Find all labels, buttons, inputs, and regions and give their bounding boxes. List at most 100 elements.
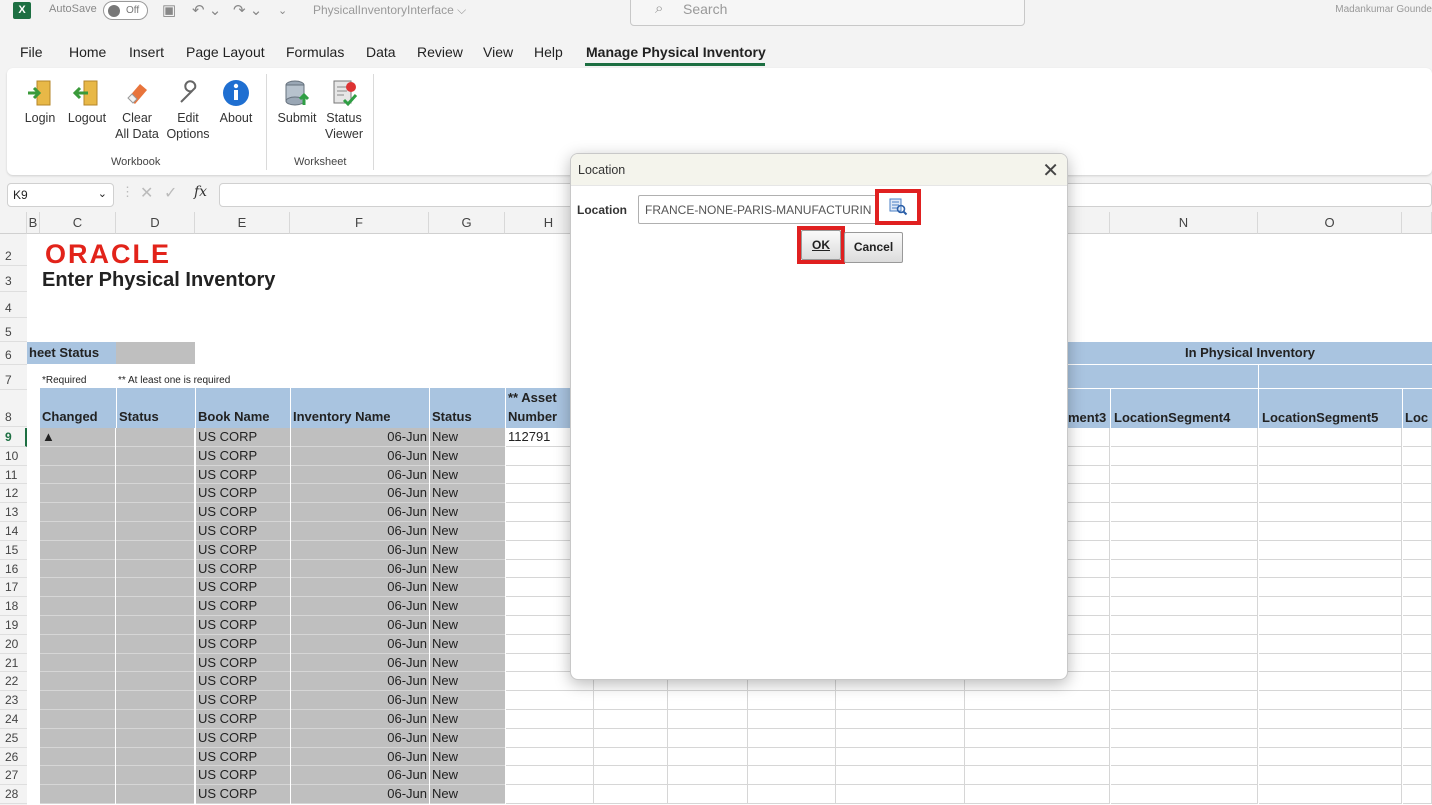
- empty-cell[interactable]: [1111, 597, 1258, 616]
- book-name-cell[interactable]: US CORP: [196, 578, 290, 597]
- inventory-name-cell[interactable]: 06-Jun: [291, 541, 429, 560]
- status-cell[interactable]: [116, 766, 194, 785]
- empty-cell[interactable]: [594, 691, 668, 710]
- row-header[interactable]: 9: [0, 428, 27, 447]
- status-value-cell[interactable]: New: [430, 710, 505, 729]
- status-value-cell[interactable]: New: [430, 428, 505, 447]
- inventory-name-cell[interactable]: 06-Jun: [291, 560, 429, 578]
- changed-cell[interactable]: [40, 748, 115, 766]
- empty-cell[interactable]: [668, 748, 748, 766]
- save-icon[interactable]: ▣: [162, 1, 176, 19]
- changed-cell[interactable]: [40, 597, 115, 616]
- empty-cell[interactable]: [1259, 541, 1402, 560]
- status-cell[interactable]: [116, 428, 194, 447]
- changed-cell[interactable]: [40, 635, 115, 654]
- menu-formulas[interactable]: Formulas: [286, 44, 344, 60]
- row-header[interactable]: 18: [0, 597, 27, 616]
- inventory-name-cell[interactable]: 06-Jun: [291, 597, 429, 616]
- row-header[interactable]: 15: [0, 541, 27, 560]
- inventory-name-cell[interactable]: 06-Jun: [291, 766, 429, 785]
- changed-cell[interactable]: [40, 447, 115, 466]
- empty-cell[interactable]: [1403, 541, 1432, 560]
- empty-cell[interactable]: [1259, 503, 1402, 522]
- row-header[interactable]: 8: [0, 407, 27, 427]
- book-name-cell[interactable]: US CORP: [196, 748, 290, 766]
- empty-cell[interactable]: [1259, 635, 1402, 654]
- row-header[interactable]: 12: [0, 484, 27, 503]
- empty-cell[interactable]: [748, 785, 836, 804]
- empty-cell[interactable]: [1403, 466, 1432, 484]
- empty-cell[interactable]: [836, 710, 965, 729]
- empty-cell[interactable]: [1259, 729, 1402, 748]
- status-cell[interactable]: [116, 503, 194, 522]
- status-value-cell[interactable]: New: [430, 503, 505, 522]
- changed-cell[interactable]: [40, 766, 115, 785]
- row-header[interactable]: 2: [0, 246, 27, 266]
- book-name-cell[interactable]: US CORP: [196, 635, 290, 654]
- empty-cell[interactable]: [1403, 560, 1432, 578]
- empty-cell[interactable]: [1259, 447, 1402, 466]
- book-name-cell[interactable]: US CORP: [196, 710, 290, 729]
- empty-cell[interactable]: [965, 748, 1110, 766]
- status-cell[interactable]: [116, 522, 194, 541]
- inventory-name-cell[interactable]: 06-Jun: [291, 484, 429, 503]
- inventory-name-cell[interactable]: 06-Jun: [291, 654, 429, 672]
- empty-cell[interactable]: [1259, 597, 1402, 616]
- clear-all-data-button[interactable]: Clear All Data: [113, 78, 161, 142]
- empty-cell[interactable]: [1403, 503, 1432, 522]
- asset-number-cell[interactable]: [506, 729, 594, 748]
- status-value-cell[interactable]: New: [430, 466, 505, 484]
- changed-cell[interactable]: [40, 729, 115, 748]
- empty-cell[interactable]: [1111, 616, 1258, 635]
- empty-cell[interactable]: [1403, 522, 1432, 541]
- column-header-p[interactable]: [1402, 212, 1432, 234]
- changed-cell[interactable]: [40, 616, 115, 635]
- empty-cell[interactable]: [1403, 785, 1432, 804]
- menu-help[interactable]: Help: [534, 44, 563, 60]
- status-value-cell[interactable]: New: [430, 672, 505, 691]
- status-cell[interactable]: [116, 635, 194, 654]
- cancel-icon[interactable]: ✕: [140, 183, 153, 203]
- inventory-name-cell[interactable]: 06-Jun: [291, 691, 429, 710]
- about-button[interactable]: About: [216, 78, 256, 126]
- row-header[interactable]: 10: [0, 447, 27, 466]
- column-header-b[interactable]: B: [27, 212, 40, 234]
- empty-cell[interactable]: [1403, 428, 1432, 447]
- customize-quick-access-icon[interactable]: ⌄: [278, 4, 287, 17]
- status-value-cell[interactable]: New: [430, 597, 505, 616]
- empty-cell[interactable]: [594, 766, 668, 785]
- insert-function-icon[interactable]: fx: [194, 184, 207, 200]
- book-name-cell[interactable]: US CORP: [196, 522, 290, 541]
- book-name-cell[interactable]: US CORP: [196, 672, 290, 691]
- empty-cell[interactable]: [1403, 597, 1432, 616]
- row-header[interactable]: 7: [0, 370, 27, 390]
- empty-cell[interactable]: [836, 785, 965, 804]
- empty-cell[interactable]: [1259, 766, 1402, 785]
- status-value-cell[interactable]: New: [430, 766, 505, 785]
- column-header-c[interactable]: C: [40, 212, 116, 234]
- status-value-cell[interactable]: New: [430, 484, 505, 503]
- book-name-cell[interactable]: US CORP: [196, 466, 290, 484]
- row-header[interactable]: 25: [0, 729, 27, 748]
- inventory-name-cell[interactable]: 06-Jun: [291, 503, 429, 522]
- empty-cell[interactable]: [1111, 785, 1258, 804]
- status-value-cell[interactable]: New: [430, 691, 505, 710]
- empty-cell[interactable]: [1403, 729, 1432, 748]
- row-header[interactable]: 20: [0, 635, 27, 654]
- row-header[interactable]: 27: [0, 766, 27, 785]
- empty-cell[interactable]: [1111, 522, 1258, 541]
- book-name-cell[interactable]: US CORP: [196, 503, 290, 522]
- empty-cell[interactable]: [1259, 578, 1402, 597]
- status-value-cell[interactable]: New: [430, 635, 505, 654]
- asset-number-cell[interactable]: [506, 785, 594, 804]
- empty-cell[interactable]: [1403, 616, 1432, 635]
- inventory-name-cell[interactable]: 06-Jun: [291, 672, 429, 691]
- empty-cell[interactable]: [748, 710, 836, 729]
- inventory-name-cell[interactable]: 06-Jun: [291, 616, 429, 635]
- row-header[interactable]: 11: [0, 466, 27, 484]
- status-cell[interactable]: [116, 748, 194, 766]
- status-cell[interactable]: [116, 710, 194, 729]
- book-name-cell[interactable]: US CORP: [196, 785, 290, 804]
- empty-cell[interactable]: [748, 729, 836, 748]
- menu-data[interactable]: Data: [366, 44, 396, 60]
